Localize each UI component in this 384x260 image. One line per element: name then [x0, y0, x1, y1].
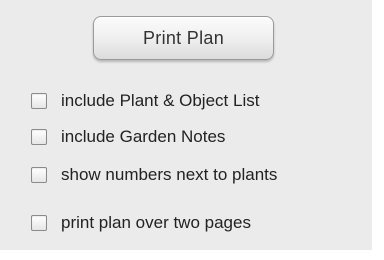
include-garden-notes-label: include Garden Notes: [61, 127, 226, 146]
include-garden-notes-checkbox[interactable]: [31, 129, 47, 145]
include-plant-object-list-option[interactable]: include Plant & Object List: [31, 90, 259, 112]
show-numbers-option[interactable]: show numbers next to plants: [31, 164, 277, 186]
include-garden-notes-option[interactable]: include Garden Notes: [31, 126, 225, 148]
print-options-panel: Print Plan include Plant & Object List i…: [0, 0, 372, 250]
two-pages-option[interactable]: print plan over two pages: [31, 212, 251, 234]
include-plant-object-list-checkbox[interactable]: [31, 93, 47, 109]
two-pages-checkbox[interactable]: [31, 215, 47, 231]
include-plant-object-list-label: include Plant & Object List: [61, 91, 260, 110]
two-pages-label: print plan over two pages: [61, 213, 251, 232]
print-plan-button[interactable]: Print Plan: [93, 16, 274, 60]
show-numbers-checkbox[interactable]: [31, 167, 47, 183]
show-numbers-label: show numbers next to plants: [61, 165, 278, 184]
